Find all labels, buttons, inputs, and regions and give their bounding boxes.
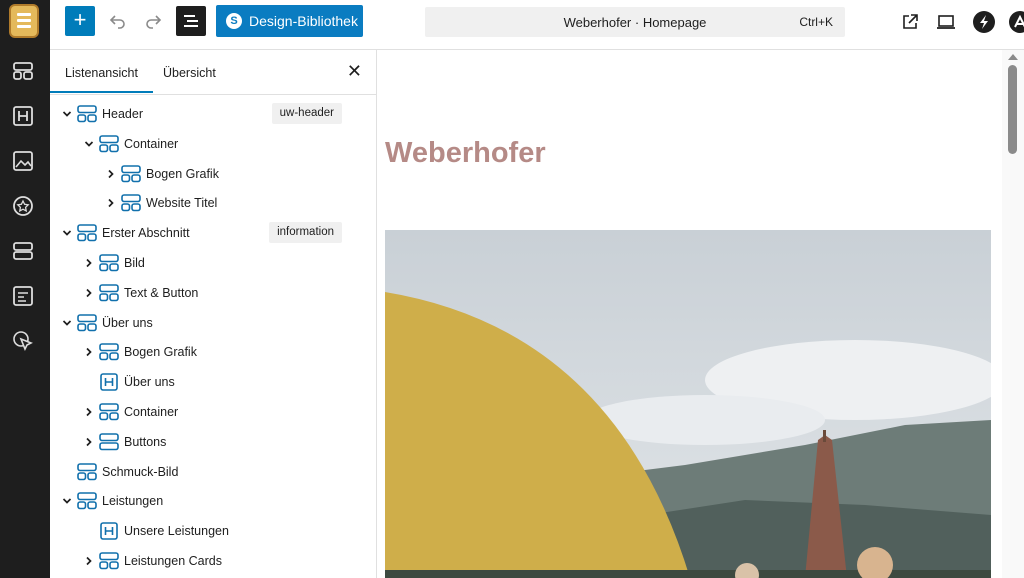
- list-view-row[interactable]: Container: [50, 397, 376, 427]
- list-view-row[interactable]: Unsere Leistungen: [50, 516, 376, 546]
- group-icon: [99, 343, 119, 361]
- list-view-row-label: Header: [102, 107, 143, 121]
- group-icon: [77, 224, 97, 242]
- stackable-logo-icon: S: [226, 13, 242, 29]
- list-view-row-label: Über uns: [124, 375, 175, 390]
- list-view-row-label: Bogen Grafik: [124, 345, 197, 360]
- editor-topbar: + S Design-Bibliothek Weberhofer · Homep…: [50, 0, 1024, 50]
- patterns-star-icon[interactable]: [10, 193, 36, 219]
- stackable-settings-icon[interactable]: [972, 10, 996, 34]
- chevron-down-icon[interactable]: [62, 109, 72, 119]
- chevron-down-icon[interactable]: [62, 318, 72, 328]
- chevron-right-icon[interactable]: [84, 407, 94, 417]
- site-logo[interactable]: [9, 4, 39, 38]
- list-view-row[interactable]: Text & Button: [50, 278, 376, 308]
- list-view-row-label: Unsere Leistungen: [124, 524, 229, 539]
- chevron-down-icon[interactable]: [84, 139, 94, 149]
- scrollbar-thumb[interactable]: [1008, 65, 1017, 154]
- site-title[interactable]: Weberhofer: [385, 137, 546, 170]
- list-view-row-label: Buttons: [124, 434, 167, 449]
- rows-block-icon[interactable]: [10, 238, 36, 264]
- layout-blocks-icon[interactable]: [10, 58, 36, 84]
- list-view-row-label: Container: [124, 136, 179, 151]
- list-view-row-label: Über uns: [102, 315, 153, 330]
- undo-icon[interactable]: [107, 10, 129, 32]
- design-library-label: Design-Bibliothek: [249, 13, 358, 29]
- anchor-badge: information: [269, 222, 342, 244]
- tab-outline[interactable]: Übersicht: [163, 66, 216, 80]
- list-view-row-label: Text & Button: [124, 285, 199, 300]
- chevron-right-icon[interactable]: [84, 556, 94, 566]
- list-view-row-label: Leistungen: [102, 494, 164, 509]
- editor-canvas: Weberhofer: [377, 50, 1024, 578]
- command-palette-bar[interactable]: Weberhofer · Homepage Ctrl+K: [425, 7, 845, 37]
- hero-image[interactable]: [385, 230, 991, 578]
- document-title: Weberhofer · Homepage: [563, 15, 707, 30]
- group-icon: [99, 283, 119, 302]
- list-view-row[interactable]: Buttons: [50, 427, 376, 457]
- group-icon: [77, 492, 97, 510]
- editor-sidebar-rail: [0, 0, 50, 578]
- group-icon: [99, 134, 119, 153]
- chevron-right-icon[interactable]: [84, 437, 94, 447]
- add-block-button[interactable]: +: [65, 6, 95, 36]
- list-view-row-label: Schmuck-Bild: [102, 464, 179, 479]
- list-view-row[interactable]: Über uns: [50, 367, 376, 397]
- device-preview-icon[interactable]: [934, 10, 958, 34]
- list-view-row[interactable]: Container: [50, 129, 376, 159]
- chevron-right-icon[interactable]: [84, 288, 94, 298]
- heading-block-icon[interactable]: [10, 103, 36, 129]
- interactions-cursor-icon[interactable]: [10, 328, 36, 354]
- list-view-panel: Listenansicht Übersicht ✕ Header uw-heade…: [50, 50, 377, 578]
- anchor-badge: uw-header: [271, 103, 342, 124]
- chevron-right-icon[interactable]: [106, 198, 116, 208]
- list-view-row-label: Website Titel: [146, 196, 218, 211]
- list-view-row-label: Erster Abschnitt: [102, 226, 190, 241]
- canvas-scrollbar[interactable]: [1002, 50, 1024, 578]
- chevron-right-icon[interactable]: [106, 169, 116, 179]
- group-icon: [99, 254, 119, 272]
- chevron-down-icon[interactable]: [62, 228, 72, 238]
- list-view-row-label: Bild: [124, 256, 145, 270]
- list-view-row[interactable]: Über uns: [50, 308, 376, 338]
- group-icon: [99, 403, 119, 421]
- buttons-icon: [99, 432, 119, 451]
- list-view-row-label: Container: [124, 405, 179, 419]
- group-icon: [121, 164, 141, 182]
- image-block-icon[interactable]: [10, 148, 36, 174]
- redo-icon[interactable]: [142, 10, 164, 32]
- list-view-row[interactable]: Erster Abschnitt information: [50, 218, 376, 248]
- scroll-up-arrow-icon[interactable]: [1008, 54, 1018, 60]
- group-icon: [77, 105, 97, 123]
- list-view-row[interactable]: Schmuck-Bild: [50, 457, 376, 487]
- group-icon: [99, 552, 119, 570]
- chevron-down-icon[interactable]: [62, 496, 72, 506]
- external-link-icon[interactable]: [898, 10, 922, 34]
- form-block-icon[interactable]: [10, 283, 36, 309]
- design-library-button[interactable]: S Design-Bibliothek: [216, 5, 363, 37]
- group-icon: [121, 194, 141, 212]
- close-icon[interactable]: ✕: [347, 61, 362, 82]
- list-view-row[interactable]: Website Titel: [50, 188, 376, 218]
- panel-tabs: Listenansicht Übersicht ✕: [50, 50, 376, 95]
- list-view-row[interactable]: Header uw-header: [50, 99, 376, 129]
- list-view-row[interactable]: Bogen Grafik: [50, 159, 376, 189]
- group-icon: [77, 462, 97, 480]
- list-view-row[interactable]: Bild: [50, 248, 376, 278]
- list-view-row[interactable]: Bogen Grafik: [50, 337, 376, 367]
- chevron-right-icon[interactable]: [84, 347, 94, 357]
- shortcut-hint: Ctrl+K: [799, 15, 833, 29]
- list-view-row[interactable]: Leistungen Cards: [50, 546, 376, 576]
- list-view-row-label: Bogen Grafik: [146, 166, 219, 181]
- list-view-row-label: Leistungen Cards: [124, 554, 222, 568]
- heading-icon: [100, 373, 118, 391]
- group-icon: [77, 313, 97, 331]
- tab-list-view[interactable]: Listenansicht: [50, 66, 153, 93]
- chevron-right-icon[interactable]: [84, 258, 94, 268]
- heading-icon: [100, 522, 118, 540]
- list-view-toggle-button[interactable]: [176, 6, 206, 36]
- plugin-icon[interactable]: [1008, 10, 1024, 34]
- list-view-row[interactable]: Leistungen: [50, 486, 376, 516]
